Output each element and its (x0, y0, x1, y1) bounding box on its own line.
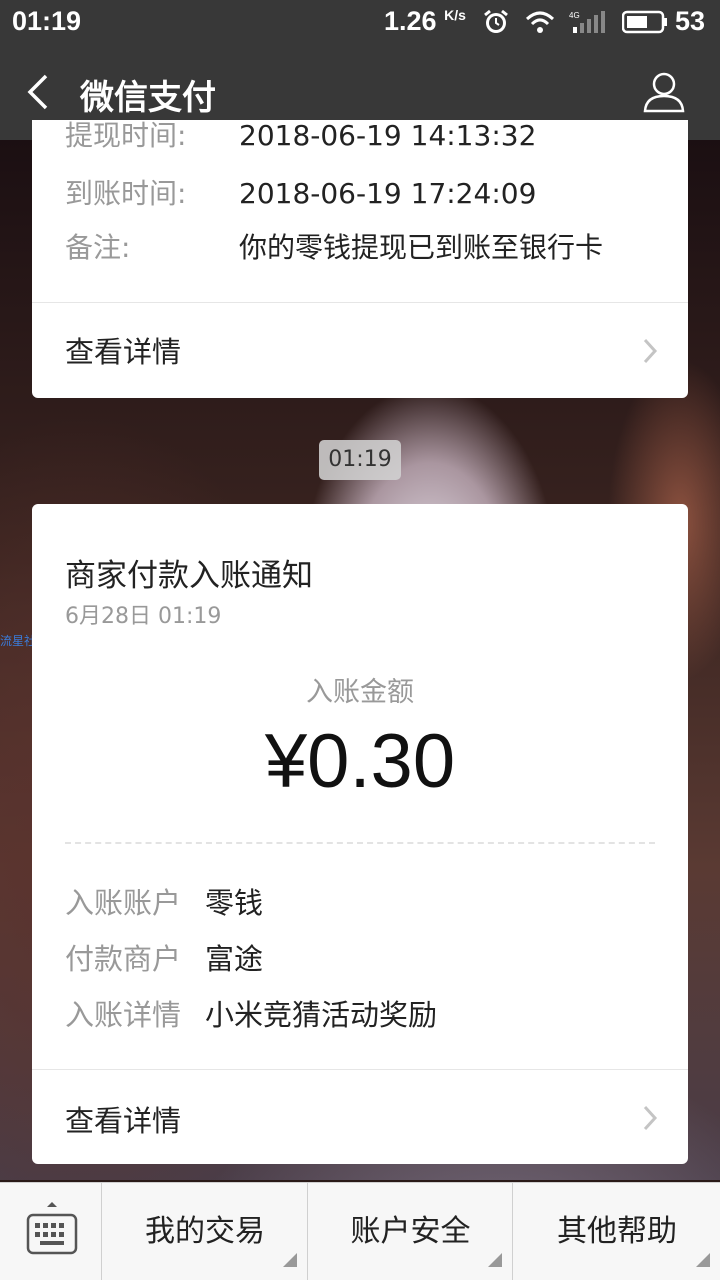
account-row: 入账账户 零钱 (65, 886, 264, 920)
status-bar: 01:19 1.26 K/s 4G 53 (0, 0, 720, 44)
cut-off-row: 提现时间: 2018-06-19 14:13:32 (65, 120, 537, 152)
remark-row: 备注: 你的零钱提现已到账至银行卡 (65, 231, 604, 264)
dashed-divider (65, 842, 655, 844)
page-title: 微信支付 (80, 78, 216, 118)
notification-title: 商家付款入账通知 (65, 558, 313, 594)
amount-label: 入账金额 (306, 677, 414, 708)
signal-4g-icon: 4G (569, 11, 605, 33)
view-details-label: 查看详情 (65, 1104, 182, 1138)
bottom-menu-bar: 我的交易 账户安全 其他帮助 (0, 1182, 720, 1280)
chevron-right-icon (643, 338, 658, 364)
battery-level: 53 (675, 6, 706, 36)
view-details-label: 查看详情 (65, 335, 182, 369)
network-speed: 1.26 K/s (384, 6, 466, 36)
menu-account-security[interactable]: 账户安全 (309, 1183, 513, 1280)
menu-label: 我的交易 (145, 1214, 265, 1249)
keyboard-toggle-button[interactable] (0, 1183, 102, 1280)
arrival-time-row: 到账时间: 2018-06-19 17:24:09 (65, 177, 537, 210)
status-time: 01:19 (12, 6, 82, 36)
menu-other-help[interactable]: 其他帮助 (514, 1183, 720, 1280)
detail-row: 入账详情 小米竞猜活动奖励 (65, 998, 438, 1032)
menu-my-transactions[interactable]: 我的交易 (103, 1183, 308, 1280)
submenu-indicator-icon (283, 1253, 297, 1267)
keyboard-icon (26, 1202, 78, 1255)
back-arrow-icon[interactable] (24, 72, 54, 112)
submenu-indicator-icon (488, 1253, 502, 1267)
message-timestamp: 01:19 (319, 440, 401, 480)
merchant-row: 付款商户 富途 (65, 942, 264, 976)
notification-date: 6月28日 01:19 (65, 604, 222, 629)
menu-label: 账户安全 (350, 1214, 471, 1249)
alarm-icon (484, 9, 508, 33)
svg-text:4G: 4G (569, 11, 580, 20)
submenu-indicator-icon (696, 1253, 710, 1267)
chevron-right-icon (643, 1105, 658, 1131)
payment-notification-card: 商家付款入账通知 6月28日 01:19 入账金额 ¥0.30 入账账户 零钱 付… (32, 504, 688, 1164)
amount-value: ¥0.30 (264, 719, 456, 804)
view-details-link[interactable]: 查看详情 (32, 1070, 688, 1164)
view-details-link[interactable]: 查看详情 (32, 303, 688, 398)
withdrawal-card: 提现时间: 2018-06-19 14:13:32 到账时间: 2018-06-19… (32, 120, 688, 398)
user-profile-icon[interactable] (642, 70, 686, 114)
battery-icon (622, 10, 667, 34)
menu-label: 其他帮助 (557, 1214, 677, 1249)
wifi-icon (525, 11, 555, 33)
